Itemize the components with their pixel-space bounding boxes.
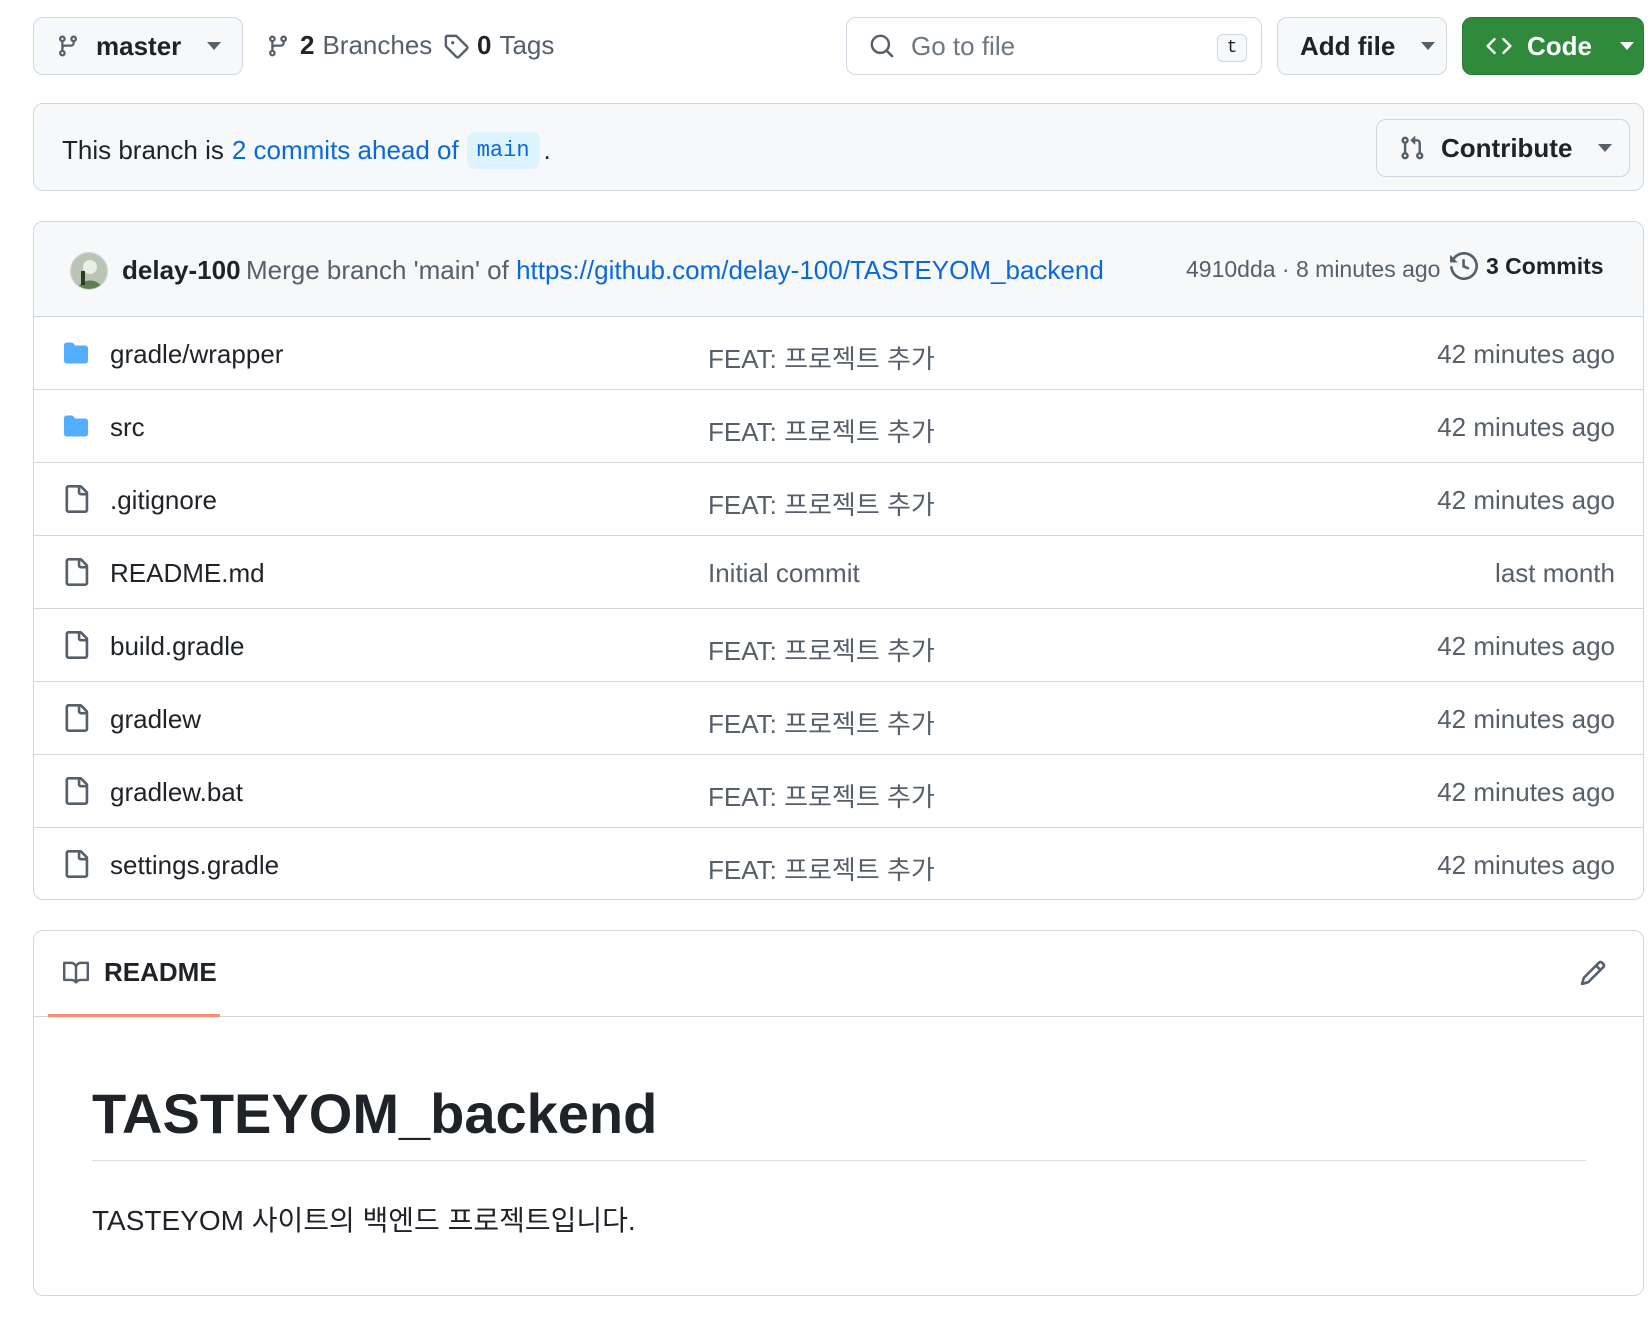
readme-description: TASTEYOM 사이트의 백엔드 프로젝트입니다. (92, 1205, 636, 1236)
file-commit-message-link[interactable]: FEAT: 프로젝트 추가 (708, 412, 935, 449)
file-name-link[interactable]: build.gradle (110, 631, 244, 662)
file-icon (62, 631, 90, 659)
file-rows: gradle/wrapper FEAT: 프로젝트 추가 42 minutes ag… (34, 317, 1643, 899)
keyboard-shortcut-hint: t (1217, 34, 1247, 62)
readme-panel: README TASTEYOM_backend TASTEYOM 사이트의 백엔… (33, 930, 1644, 1296)
code-icon (1486, 37, 1512, 55)
tags-count: 0 (477, 30, 492, 60)
branch-name: master (96, 30, 182, 61)
tag-icon (444, 34, 469, 59)
file-commit-message-link[interactable]: FEAT: 프로젝트 추가 (708, 631, 935, 668)
file-commit-message-link[interactable]: FEAT: 프로젝트 추가 (708, 339, 935, 376)
chevron-down-icon (1620, 42, 1634, 50)
branches-count: 2 (300, 30, 315, 60)
file-icon (62, 704, 90, 732)
commit-author-link[interactable]: delay-100 (122, 255, 241, 286)
branch-status-banner: This branch is 2 commits ahead of main .… (33, 103, 1644, 191)
file-row[interactable]: .gitignore FEAT: 프로젝트 추가 42 minutes ago (34, 463, 1643, 536)
add-file-label: Add file (1300, 30, 1396, 61)
file-commit-time: 42 minutes ago (1437, 339, 1615, 369)
pencil-icon (1580, 960, 1606, 986)
file-name-link[interactable]: gradle/wrapper (110, 339, 283, 370)
folder-icon (62, 341, 90, 365)
file-name-link[interactable]: src (110, 412, 145, 443)
commits-count-label: 3 Commits (1486, 252, 1604, 279)
file-name-link[interactable]: gradlew.bat (110, 777, 243, 808)
target-branch-link[interactable]: main (466, 132, 540, 169)
folder-icon (62, 414, 90, 438)
git-branch-icon (58, 35, 77, 57)
file-commit-message-link[interactable]: FEAT: 프로젝트 추가 (708, 704, 935, 741)
file-icon (62, 485, 90, 513)
file-commit-time: 42 minutes ago (1437, 631, 1615, 661)
branch-status-message: This branch is 2 commits ahead of main . (62, 132, 551, 169)
branches-label: Branches (322, 30, 433, 60)
contribute-label: Contribute (1441, 132, 1573, 163)
file-row[interactable]: gradlew.bat FEAT: 프로젝트 추가 42 minutes ago (34, 755, 1643, 828)
file-icon (62, 850, 90, 878)
file-name-link[interactable]: .gitignore (110, 485, 217, 516)
file-row[interactable]: build.gradle FEAT: 프로젝트 추가 42 minutes ago (34, 609, 1643, 682)
file-commit-message-link[interactable]: FEAT: 프로젝트 추가 (708, 485, 935, 522)
avatar[interactable] (70, 252, 108, 290)
file-commit-time: 42 minutes ago (1437, 777, 1615, 807)
commit-message-link[interactable]: https://github.com/delay-100/TASTEYOM_ba… (516, 255, 1104, 285)
file-commit-message-link[interactable]: FEAT: 프로젝트 추가 (708, 850, 935, 887)
commit-message-prefix: Merge branch 'main' of (246, 255, 509, 285)
search-icon (870, 34, 894, 58)
readme-tab-bar: README (34, 931, 1643, 1017)
file-commit-time: 42 minutes ago (1437, 412, 1615, 442)
go-to-file-search[interactable]: t (846, 17, 1262, 75)
history-icon (1450, 252, 1478, 280)
file-commit-time: 42 minutes ago (1437, 704, 1615, 734)
file-row[interactable]: src FEAT: 프로젝트 추가 42 minutes ago (34, 390, 1643, 463)
git-pull-request-icon (1401, 135, 1424, 160)
file-name-link[interactable]: settings.gradle (110, 850, 279, 881)
readme-heading: TASTEYOM_backend (92, 1081, 1586, 1161)
file-icon (62, 558, 90, 586)
file-commit-message-link[interactable]: Initial commit (708, 558, 860, 589)
chevron-down-icon (1421, 42, 1436, 50)
book-icon (63, 961, 90, 984)
file-name-link[interactable]: README.md (110, 558, 265, 589)
branch-status-suffix: . (543, 135, 551, 165)
file-icon (62, 777, 90, 805)
tags-link[interactable]: 0 Tags (443, 30, 554, 61)
file-commit-message-link[interactable]: FEAT: 프로젝트 추가 (708, 777, 935, 814)
file-row[interactable]: gradlew FEAT: 프로젝트 추가 42 minutes ago (34, 682, 1643, 755)
file-row[interactable]: settings.gradle FEAT: 프로젝트 추가 42 minutes a… (34, 828, 1643, 899)
file-commit-time: 42 minutes ago (1437, 485, 1615, 515)
contribute-button[interactable]: Contribute (1376, 119, 1630, 177)
branch-select-button[interactable]: master (33, 17, 243, 75)
chevron-down-icon (207, 42, 222, 50)
commits-history-link[interactable]: 3 Commits (1450, 252, 1604, 280)
branch-status-prefix: This branch is (62, 135, 224, 165)
commit-sha-time[interactable]: 4910dda · 8 minutes ago (1186, 256, 1440, 283)
file-row[interactable]: gradle/wrapper FEAT: 프로젝트 추가 42 minutes ag… (34, 317, 1643, 390)
tab-readme[interactable]: README (48, 931, 220, 1017)
file-commit-time: 42 minutes ago (1437, 850, 1615, 880)
readme-tab-label: README (104, 957, 217, 987)
tags-label: Tags (499, 30, 555, 60)
add-file-button[interactable]: Add file (1277, 17, 1447, 75)
file-list: delay-100 Merge branch 'main' of https:/… (33, 221, 1644, 900)
git-branch-icon (268, 35, 287, 57)
edit-readme-button[interactable] (1579, 959, 1607, 987)
code-button[interactable]: Code (1462, 17, 1644, 75)
commits-ahead-link[interactable]: 2 commits ahead of (232, 135, 459, 166)
search-input[interactable] (911, 30, 1201, 62)
code-label: Code (1527, 30, 1592, 61)
file-row[interactable]: README.md Initial commit last month (34, 536, 1643, 609)
file-name-link[interactable]: gradlew (110, 704, 201, 735)
branches-link[interactable]: 2 Branches (266, 30, 432, 61)
latest-commit-header: delay-100 Merge branch 'main' of https:/… (34, 222, 1643, 317)
commit-message[interactable]: Merge branch 'main' of https://github.co… (246, 255, 1104, 286)
file-commit-time: last month (1495, 558, 1615, 588)
chevron-down-icon (1598, 144, 1613, 152)
